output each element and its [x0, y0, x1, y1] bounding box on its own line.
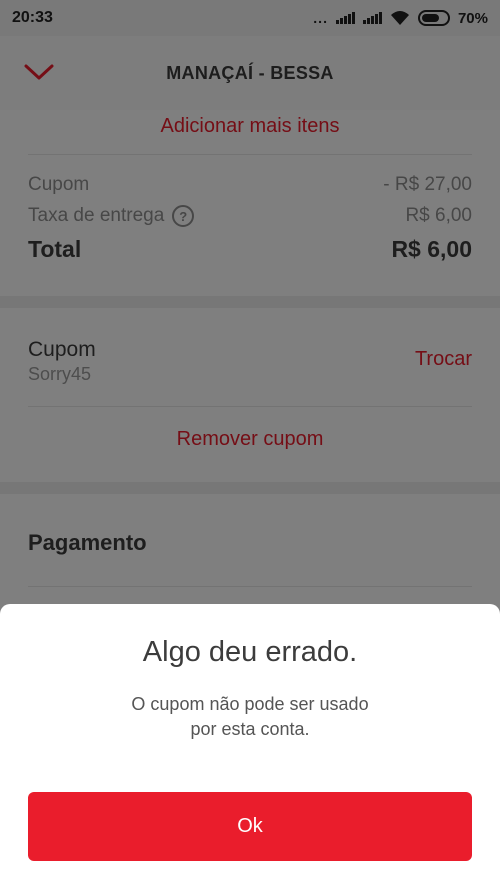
error-dialog: Algo deu errado. O cupom não pode ser us… — [0, 604, 500, 889]
dialog-title: Algo deu errado. — [142, 636, 358, 668]
dialog-message: O cupom não pode ser usado por esta cont… — [131, 694, 369, 739]
ok-button[interactable]: Ok — [28, 792, 472, 861]
